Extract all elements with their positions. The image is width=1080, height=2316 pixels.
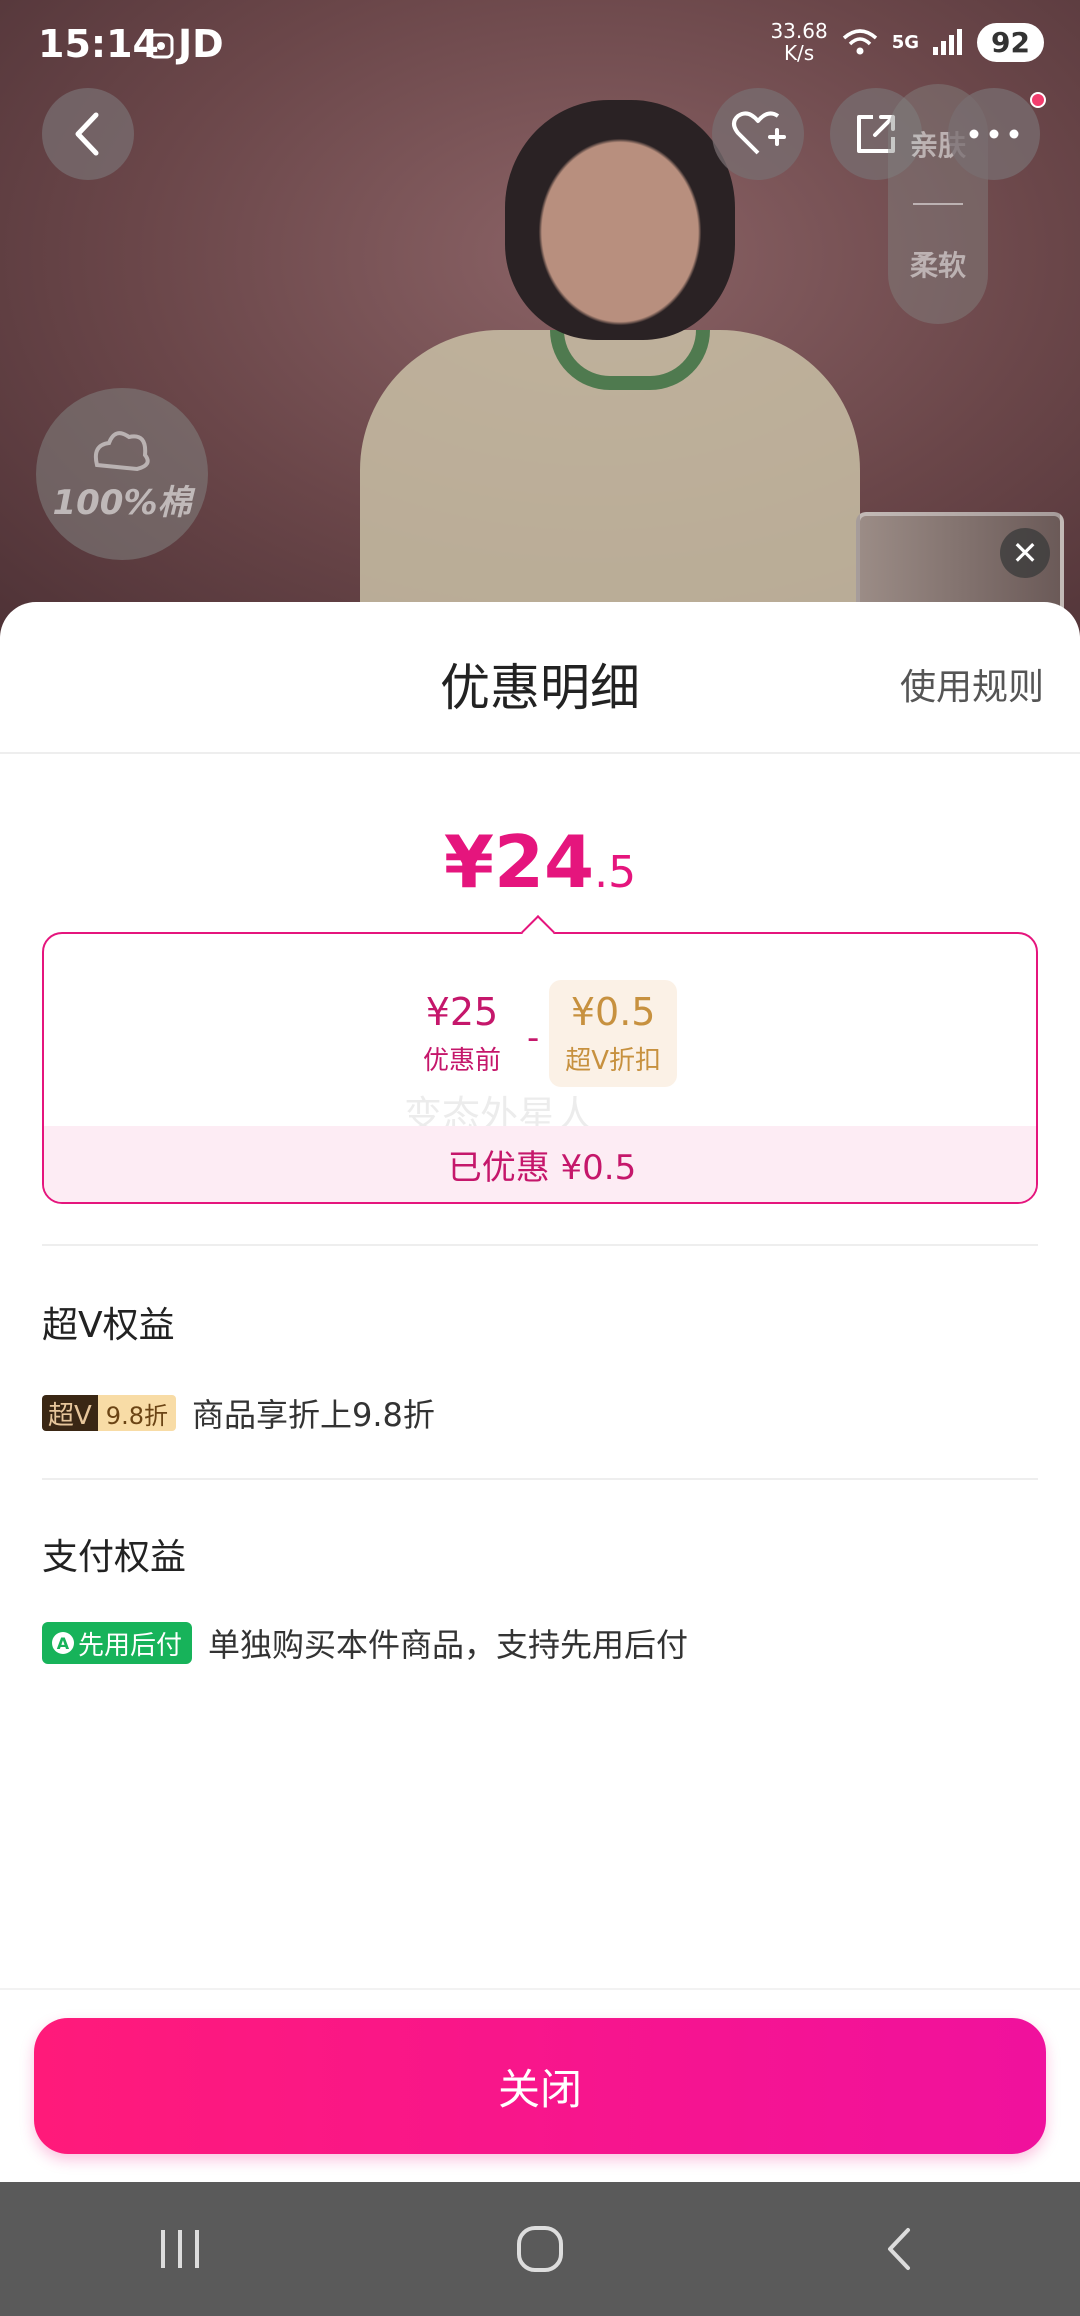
- cotton-icon: [93, 430, 150, 471]
- status-carrier-label: JD: [148, 22, 224, 66]
- back-icon: [75, 112, 99, 156]
- final-price-integer: ¥24: [443, 820, 595, 904]
- nav-back-button[interactable]: [840, 2209, 960, 2289]
- discount-amount: ¥0.5: [570, 989, 656, 1034]
- back-button[interactable]: [42, 88, 134, 180]
- notification-dot: [1030, 92, 1046, 108]
- battery-level: 92: [977, 22, 1044, 62]
- network-type: 5G: [891, 31, 920, 53]
- system-nav-bar: [0, 2182, 1080, 2316]
- nav-recents-icon: [161, 2230, 199, 2268]
- badge-divider: [913, 202, 963, 205]
- vip-tag-left: 超V: [42, 1395, 98, 1431]
- badge-cotton-text: 100%棉: [52, 482, 192, 523]
- pay-later-icon: A: [52, 1632, 74, 1654]
- favorite-button[interactable]: [712, 88, 804, 180]
- close-button[interactable]: 关闭: [34, 2018, 1046, 2154]
- vip-benefits-title: 超V权益: [42, 1305, 175, 1346]
- wifi-icon: [842, 29, 877, 55]
- net-speed-unit: K/s: [783, 41, 815, 65]
- nav-home-button[interactable]: [480, 2209, 600, 2289]
- discount-calculation-box: ¥25 优惠前 - ¥0.5 超V折扣 变态外星人 已优惠 ¥0.5: [42, 932, 1038, 1204]
- minus-sign: -: [526, 1018, 540, 1058]
- footer-divider: [0, 1988, 1080, 1990]
- discount-detail-sheet: 优惠明细 使用规则 ¥24.5 ¥25 优惠前 - ¥0.5 超V折扣 变态外星…: [0, 602, 1080, 2182]
- divider: [42, 1244, 1038, 1246]
- net-speed-value: 33.68: [770, 19, 828, 43]
- divider: [42, 1478, 1038, 1480]
- original-amount: ¥25: [425, 989, 499, 1034]
- vip-discount-item: ¥0.5 超V折扣: [549, 979, 678, 1087]
- usage-rules-link[interactable]: 使用规则: [900, 658, 1044, 710]
- vip-benefit-text: 商品享折上9.8折: [191, 1396, 435, 1434]
- payment-benefits-title: 支付权益: [42, 1537, 187, 1578]
- badge-soft-text: 柔软: [909, 249, 966, 283]
- sheet-header: 优惠明细 使用规则: [0, 602, 1080, 754]
- more-icon: [969, 129, 1019, 139]
- screenshot-icon: [148, 33, 174, 59]
- vip-tag-right: 9.8折: [97, 1395, 176, 1431]
- final-price: ¥24.5: [0, 820, 1080, 904]
- vip-discount-tag: 超V 9.8折: [42, 1395, 176, 1431]
- status-bar: 15:14 JD 33.68 K/s 5G 92: [0, 0, 1080, 88]
- pay-tag-text: 先用后付: [78, 1630, 183, 1661]
- thumbnail-close-button[interactable]: ✕: [1000, 528, 1050, 578]
- vip-benefit-row: 超V 9.8折 商品享折上9.8折: [42, 1390, 435, 1436]
- discount-label: 超V折扣: [565, 1045, 662, 1076]
- calculation-row: ¥25 优惠前 - ¥0.5 超V折扣: [44, 968, 1036, 1098]
- nav-recents-button[interactable]: [120, 2209, 240, 2289]
- favorite-add-icon: [732, 111, 786, 155]
- final-price-decimal: .5: [594, 847, 637, 898]
- more-button[interactable]: [948, 88, 1046, 180]
- pay-benefit-text: 单独购买本件商品，支持先用后付: [208, 1626, 689, 1664]
- original-price-item: ¥25 优惠前: [407, 980, 517, 1087]
- net-speed: 33.68 K/s: [770, 20, 827, 64]
- status-time: 15:14: [38, 22, 159, 66]
- signal-icon: [933, 29, 963, 55]
- product-model-head: [505, 100, 735, 340]
- status-indicators: 33.68 K/s 5G 92: [770, 20, 1044, 64]
- payment-benefit-row: A 先用后付 单独购买本件商品，支持先用后付: [42, 1620, 688, 1666]
- pay-later-tag: A 先用后付: [42, 1622, 193, 1664]
- nav-home-icon: [517, 2226, 563, 2272]
- carrier-text: JD: [178, 22, 224, 66]
- saved-amount: 已优惠 ¥0.5: [44, 1126, 1036, 1202]
- product-badge-cotton: 100%棉: [36, 388, 208, 560]
- original-label: 优惠前: [422, 1045, 501, 1076]
- close-icon: ✕: [1011, 534, 1039, 572]
- nav-back-icon: [888, 2228, 910, 2270]
